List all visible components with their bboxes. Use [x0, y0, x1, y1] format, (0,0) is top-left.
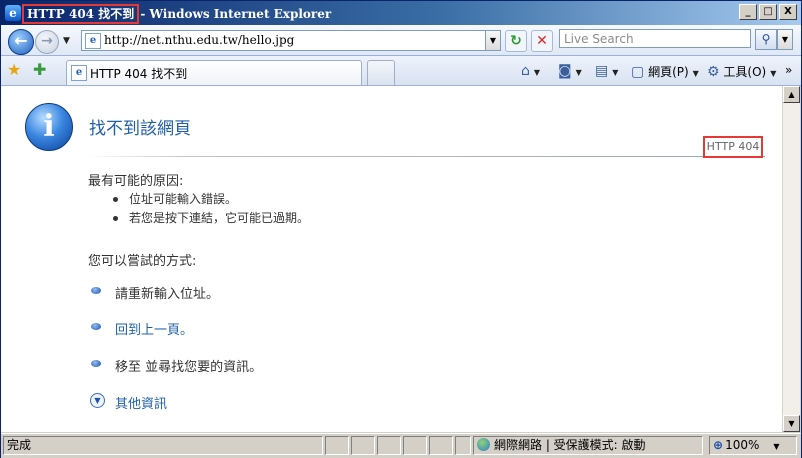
address-bar[interactable]: e http://net.nthu.edu.tw/hello.jpg	[81, 30, 487, 51]
stop-button[interactable]: ✕	[531, 30, 553, 52]
page-menu-icon: ▢	[631, 64, 645, 80]
bullet-dot-icon	[91, 287, 101, 294]
home-icon: ⌂	[521, 63, 530, 79]
go-to-label: 移至 並尋找您要的資訊。	[115, 360, 263, 375]
home-button[interactable]: ⌂ ▼	[521, 63, 540, 79]
page-content: i 找不到該網頁 HTTP 404 最有可能的原因: 位址可能輸入錯誤。 若您是…	[1, 86, 782, 432]
tools-menu-label: 工具(O)	[723, 65, 767, 79]
minimize-button[interactable]: _	[739, 4, 757, 20]
zoom-level: 100%	[725, 438, 760, 452]
tools-menu[interactable]: ⚙ 工具(O) ▼	[707, 63, 776, 80]
tab-label: HTTP 404 找不到	[90, 67, 188, 81]
expand-chevron-icon[interactable]: ▼	[90, 393, 105, 408]
status-panel	[351, 436, 375, 455]
status-panel	[429, 436, 453, 455]
scroll-down-button[interactable]: ▼	[783, 415, 800, 432]
search-options-dropdown[interactable]: ▼	[777, 29, 793, 50]
address-dropdown-button[interactable]: ▼	[485, 30, 501, 51]
status-bar: 完成 網際網路 | 受保護模式: 啟動 ⊕ 100% ▼	[1, 433, 801, 458]
favorites-star-icon[interactable]: ★	[7, 60, 21, 79]
security-zone[interactable]: 網際網路 | 受保護模式: 啟動	[473, 436, 703, 455]
window-title: HTTP 404 找不到 - Windows Internet Explorer	[21, 4, 332, 24]
zoom-control[interactable]: ⊕ 100% ▼	[709, 436, 797, 455]
page-menu-label: 網頁(P)	[648, 65, 689, 79]
search-input[interactable]: Live Search	[559, 29, 751, 48]
close-button[interactable]: X	[779, 4, 797, 20]
info-icon: i	[25, 103, 73, 151]
status-panel	[325, 436, 349, 455]
reason-item: 位址可能輸入錯誤。	[111, 190, 309, 209]
page-title: 找不到該網頁	[89, 119, 191, 139]
refresh-button[interactable]: ↻	[505, 30, 527, 52]
reason-item: 若您是按下連結，它可能已過期。	[111, 209, 309, 228]
reasons-heading: 最有可能的原因:	[88, 174, 184, 189]
more-info-link[interactable]: 其他資訊	[115, 393, 167, 412]
window-controls: _ □ X	[739, 4, 797, 20]
maximize-button[interactable]: □	[759, 4, 777, 20]
security-zone-label: 網際網路 | 受保護模式: 啟動	[494, 438, 646, 452]
feeds-button[interactable]: ◙ ▼	[558, 63, 582, 79]
title-bar[interactable]: e HTTP 404 找不到 - Windows Internet Explor…	[1, 1, 801, 25]
back-arrow-icon: ←	[14, 31, 28, 50]
window-title-highlight: HTTP 404 找不到	[21, 4, 140, 24]
refresh-icon: ↻	[510, 33, 522, 49]
print-dropdown-icon[interactable]: ▼	[612, 68, 618, 77]
page-dropdown-icon[interactable]: ▼	[693, 69, 699, 78]
page-icon: e	[85, 33, 101, 49]
reasons-list: 位址可能輸入錯誤。 若您是按下連結，它可能已過期。	[111, 190, 309, 228]
vertical-scrollbar[interactable]: ▲ ▼	[782, 86, 800, 432]
gear-icon: ⚙	[707, 64, 720, 80]
home-dropdown-icon[interactable]: ▼	[534, 68, 540, 77]
add-favorite-icon[interactable]: ✚	[33, 60, 46, 79]
address-input[interactable]: http://net.nthu.edu.tw/hello.jpg	[104, 32, 294, 49]
tab-command-bar: ★ ✚ e HTTP 404 找不到 ⌂ ▼ ◙ ▼ ▤ ▼ ▢ 網頁(P) ▼ ⚙ 工…	[1, 56, 801, 86]
window-title-suffix: - Windows Internet Explorer	[136, 7, 332, 21]
new-tab-button[interactable]	[367, 60, 395, 85]
stop-icon: ✕	[536, 33, 548, 49]
retype-address-label: 請重新輸入位址。	[115, 287, 220, 302]
search-button[interactable]: ⚲	[755, 29, 777, 50]
recent-pages-dropdown[interactable]: ▼	[63, 36, 70, 46]
status-text: 完成	[3, 436, 323, 455]
zoom-dropdown-icon[interactable]: ▼	[773, 442, 779, 451]
tab-page-icon: e	[71, 65, 87, 81]
globe-icon	[477, 438, 490, 451]
feeds-dropdown-icon[interactable]: ▼	[576, 68, 582, 77]
forward-button[interactable]: →	[35, 30, 59, 54]
go-back-link[interactable]: 回到上一頁。	[115, 319, 193, 338]
status-panel	[377, 436, 401, 455]
title-divider	[87, 156, 765, 157]
zoom-magnifier-icon: ⊕	[713, 438, 724, 452]
more-commands-button[interactable]: »	[785, 63, 792, 77]
browser-window: e HTTP 404 找不到 - Windows Internet Explor…	[0, 0, 802, 458]
printer-icon: ▤	[595, 63, 609, 79]
tools-dropdown-icon[interactable]: ▼	[770, 69, 776, 78]
address-toolbar: ← → ▼ e http://net.nthu.edu.tw/hello.jpg…	[1, 25, 801, 56]
search-icon: ⚲	[761, 32, 771, 46]
status-panel	[403, 436, 427, 455]
tab-active[interactable]: e HTTP 404 找不到	[66, 60, 362, 85]
back-button[interactable]: ←	[8, 29, 34, 55]
status-panel	[455, 436, 471, 455]
bullet-dot-icon	[91, 360, 101, 367]
bullet-dot-icon	[91, 323, 101, 330]
http-code-label: HTTP 404	[703, 136, 763, 158]
rss-icon: ◙	[558, 63, 572, 79]
page-menu[interactable]: ▢ 網頁(P) ▼	[631, 63, 699, 80]
ie-logo-icon: e	[5, 5, 21, 21]
try-heading: 您可以嘗試的方式:	[88, 254, 197, 269]
forward-arrow-icon: →	[41, 33, 53, 49]
print-button[interactable]: ▤ ▼	[595, 63, 618, 79]
scroll-up-button[interactable]: ▲	[783, 86, 800, 103]
